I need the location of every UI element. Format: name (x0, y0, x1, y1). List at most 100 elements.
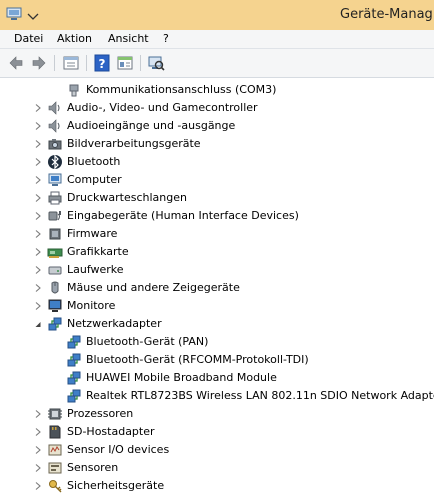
expand-arrow-icon[interactable] (34, 283, 42, 293)
device-node[interactable]: HUAWEI Mobile Broadband Module (0, 369, 434, 387)
expand-arrow-icon[interactable] (34, 265, 42, 275)
expand-arrow-icon[interactable] (34, 139, 42, 149)
category-node[interactable]: Computer (0, 171, 434, 189)
expand-arrow-icon[interactable] (34, 193, 42, 203)
device-node[interactable]: Bluetooth-Gerät (RFCOMM-Protokoll-TDI) (0, 351, 434, 369)
tree-node-label: SD-Hostadapter (67, 425, 155, 438)
network-adapter-icon (67, 335, 81, 349)
back-arrow-icon[interactable] (7, 54, 25, 72)
printer-icon (48, 191, 62, 205)
network-adapter-icon (48, 317, 62, 331)
expand-arrow-icon[interactable] (34, 103, 42, 113)
forward-arrow-icon[interactable] (30, 54, 48, 72)
category-node[interactable]: Netzwerkadapter (0, 315, 434, 333)
tree-node-label: Prozessoren (67, 407, 134, 420)
device-node[interactable]: Bluetooth-Gerät (PAN) (0, 333, 434, 351)
category-node[interactable]: Bluetooth (0, 153, 434, 171)
tree-node-label: Realtek RTL8723BS Wireless LAN 802.11n S… (86, 389, 434, 402)
tree-node-label: Netzwerkadapter (67, 317, 162, 330)
device-node[interactable]: Realtek RTL8723BS Wireless LAN 802.11n S… (0, 387, 434, 405)
help-icon[interactable]: ? (93, 54, 111, 72)
tree-node-label: Bluetooth-Gerät (PAN) (86, 335, 209, 348)
collapse-arrow-icon[interactable] (34, 319, 42, 329)
expand-arrow-icon[interactable] (34, 247, 42, 257)
toolbar-separator (140, 55, 141, 71)
expand-arrow-icon[interactable] (34, 175, 42, 185)
tree-node-label: HUAWEI Mobile Broadband Module (86, 371, 277, 384)
expand-arrow-icon[interactable] (34, 229, 42, 239)
toolbar-separator (54, 55, 55, 71)
properties-icon[interactable] (62, 54, 80, 72)
expand-arrow-icon[interactable] (34, 211, 42, 221)
category-node[interactable]: Druckwarteschlangen (0, 189, 434, 207)
mouse-icon (51, 281, 59, 294)
toolbar-separator (86, 55, 87, 71)
expand-arrow-icon[interactable] (34, 121, 42, 131)
network-adapter-icon (67, 389, 81, 403)
tree-node-label: Sensoren (67, 461, 119, 474)
sd-host-icon (49, 425, 61, 439)
expand-arrow-icon[interactable] (34, 301, 42, 311)
expand-arrow-icon[interactable] (34, 409, 42, 419)
speaker-icon (48, 119, 60, 133)
tree-node-label: Bildverarbeitungsgeräte (67, 137, 201, 150)
category-node[interactable]: Mäuse und andere Zeigegeräte (0, 279, 434, 297)
category-node[interactable]: Sensoren (0, 459, 434, 477)
category-node[interactable]: Prozessoren (0, 405, 434, 423)
tree-node-label: Bluetooth (67, 155, 121, 168)
drive-icon (48, 266, 62, 275)
expand-arrow-icon[interactable] (34, 427, 42, 437)
category-node[interactable]: Grafikkarte (0, 243, 434, 261)
display-adapter-icon (47, 248, 63, 258)
menu-help[interactable]: ? (163, 32, 169, 45)
category-node[interactable]: Sicherheitsgeräte (0, 477, 434, 495)
tree-node-label: Computer (67, 173, 122, 186)
category-node[interactable]: Audio-, Video- und Gamecontroller (0, 99, 434, 117)
device-tree[interactable]: Kommunikationsanschluss (COM3) Audio-, Vi… (0, 78, 434, 495)
category-node[interactable]: Audioeingänge und -ausgänge (0, 117, 434, 135)
device-manager-icon[interactable] (6, 6, 22, 22)
bluetooth-icon (48, 154, 62, 170)
category-node[interactable]: Monitore (0, 297, 434, 315)
tree-node-label: Eingabegeräte (Human Interface Devices) (67, 209, 299, 222)
firmware-icon (49, 228, 61, 240)
network-adapter-icon (67, 353, 81, 367)
category-node[interactable]: Eingabegeräte (Human Interface Devices) (0, 207, 434, 225)
security-key-icon (49, 480, 62, 493)
category-node[interactable]: Bildverarbeitungsgeräte (0, 135, 434, 153)
menu-datei[interactable]: Datei (14, 32, 43, 45)
tree-node-label: Sensor I/O devices (67, 443, 170, 456)
tree-node-label: Bluetooth-Gerät (RFCOMM-Protokoll-TDI) (86, 353, 309, 366)
monitor-icon (48, 299, 62, 312)
category-node[interactable]: Firmware (0, 225, 434, 243)
tree-node-label: Firmware (67, 227, 118, 240)
category-node[interactable]: Laufwerke (0, 261, 434, 279)
tree-node-label: Grafikkarte (67, 245, 129, 258)
expand-arrow-icon[interactable] (34, 157, 42, 167)
scan-hardware-icon[interactable] (147, 54, 165, 72)
window-title: Geräte-Manag (340, 7, 433, 22)
toolbar: ? (0, 49, 434, 78)
expand-arrow-icon[interactable] (34, 463, 42, 473)
title-bar[interactable]: Geräte-Manag (0, 0, 434, 31)
tree-node-label: Audio-, Video- und Gamecontroller (67, 101, 258, 114)
hid-icon (48, 211, 61, 221)
sensor-io-icon (48, 444, 62, 456)
device-node[interactable]: Kommunikationsanschluss (COM3) (0, 81, 434, 99)
expand-arrow-icon[interactable] (34, 481, 42, 491)
speaker-icon (48, 101, 60, 115)
tree-node-label: Monitore (67, 299, 116, 312)
tree-node-label: Druckwarteschlangen (67, 191, 187, 204)
processor-icon (48, 408, 62, 420)
computer-icon (48, 173, 62, 186)
tree-node-label: Laufwerke (67, 263, 124, 276)
port-icon (69, 84, 79, 97)
view-icon[interactable] (116, 54, 134, 72)
window-menu-icon[interactable] (24, 9, 42, 23)
menu-ansicht[interactable]: Ansicht (108, 32, 149, 45)
menu-aktion[interactable]: Aktion (57, 32, 92, 45)
category-node[interactable]: Sensor I/O devices (0, 441, 434, 459)
network-adapter-icon (67, 371, 81, 385)
expand-arrow-icon[interactable] (34, 445, 42, 455)
category-node[interactable]: SD-Hostadapter (0, 423, 434, 441)
